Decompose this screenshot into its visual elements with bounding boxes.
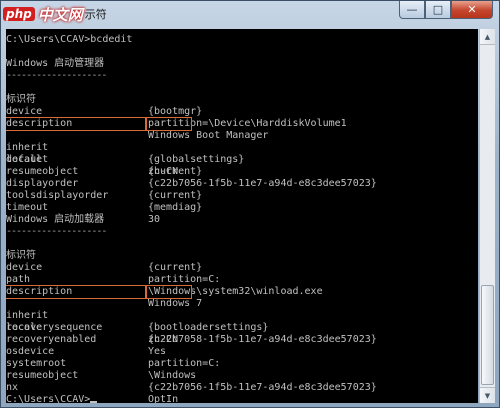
- list-item: device partition=\Device\HarddiskVolume1: [6, 94, 478, 129]
- list-item: 标识符 {bootmgr}: [6, 82, 478, 117]
- close-button[interactable]: ✕: [451, 1, 493, 19]
- scrollbar-thumb[interactable]: [481, 285, 494, 385]
- list-item-highlighted: locale zh-CN: [6, 117, 478, 177]
- list-item: nx OptIn: [6, 370, 478, 403]
- watermark-logo: php: [3, 7, 35, 21]
- scroll-up-icon[interactable]: ▲: [480, 29, 495, 45]
- list-item: 标识符 {current}: [6, 238, 478, 273]
- entry-value: {c22b7056-1f5b-11e7-a94d-e8c3dee57023}: [148, 382, 377, 393]
- list-item: timeout 30: [6, 190, 478, 225]
- section-title-boot-loader: Windows 启动加载器: [6, 214, 105, 225]
- entry-key: timeout: [6, 202, 49, 213]
- list-item: recoverysequence {c22b7058-1f5b-11e7-a94…: [6, 310, 478, 345]
- watermark-text: 中文网: [37, 5, 83, 24]
- list-item: toolsdisplayorder {memdiag}: [6, 178, 478, 213]
- section-rule: --------------------: [6, 70, 107, 81]
- locale-key-highlight: [6, 117, 147, 131]
- list-item: path \Windows\system32\winload.exe: [6, 262, 478, 297]
- entry-key: nx: [6, 382, 19, 393]
- window-title-fragment: 示符: [84, 8, 107, 21]
- section-title-boot-manager: Windows 启动管理器: [6, 58, 105, 69]
- locale-value-highlight: [145, 285, 192, 299]
- site-watermark: php 中文网 示符: [3, 3, 107, 25]
- list-item: systemroot \Windows: [6, 346, 478, 381]
- maximize-button[interactable]: □: [425, 1, 451, 19]
- text-cursor: [90, 401, 98, 403]
- vertical-scrollbar[interactable]: ▲ ▼: [479, 29, 495, 403]
- list-item: inherit {bootloadersettings}: [6, 298, 478, 333]
- list-item: osdevice partition=C:: [6, 334, 478, 369]
- locale-value-highlight: [145, 117, 192, 131]
- command-prompt-window: php 中文网 示符 — □ ✕ C:\Users\CCAV>bcdedit W…: [0, 0, 500, 408]
- list-item: resumeobject {c22b7056-1f5b-11e7-a94d-e8…: [6, 358, 478, 393]
- list-item: displayorder {current}: [6, 166, 478, 201]
- entry-value: {memdiag}: [148, 202, 203, 213]
- section-rule: --------------------: [6, 226, 107, 237]
- command-line: C:\Users\CCAV>bcdedit: [6, 34, 133, 45]
- list-item: inherit {globalsettings}: [6, 130, 478, 165]
- command-prompt[interactable]: C:\Users\CCAV>: [6, 394, 478, 403]
- list-item: recoveryenabled Yes: [6, 322, 478, 357]
- list-item: resumeobject {c22b7056-1f5b-11e7-a94d-e8…: [6, 154, 478, 189]
- window-controls: — □ ✕: [399, 1, 493, 19]
- locale-key-highlight: [6, 285, 147, 299]
- list-item: device partition=C:: [6, 250, 478, 285]
- console-output[interactable]: C:\Users\CCAV>bcdedit Windows 启动管理器 ----…: [6, 29, 478, 403]
- prompt-text: C:\Users\CCAV>: [6, 394, 91, 403]
- list-item-highlighted: locale zh-CN: [6, 285, 478, 345]
- list-item: default {current}: [6, 142, 478, 177]
- scroll-down-icon[interactable]: ▼: [480, 387, 495, 403]
- minimize-button[interactable]: —: [399, 1, 425, 19]
- title-bar[interactable]: php 中文网 示符 — □ ✕: [1, 1, 499, 29]
